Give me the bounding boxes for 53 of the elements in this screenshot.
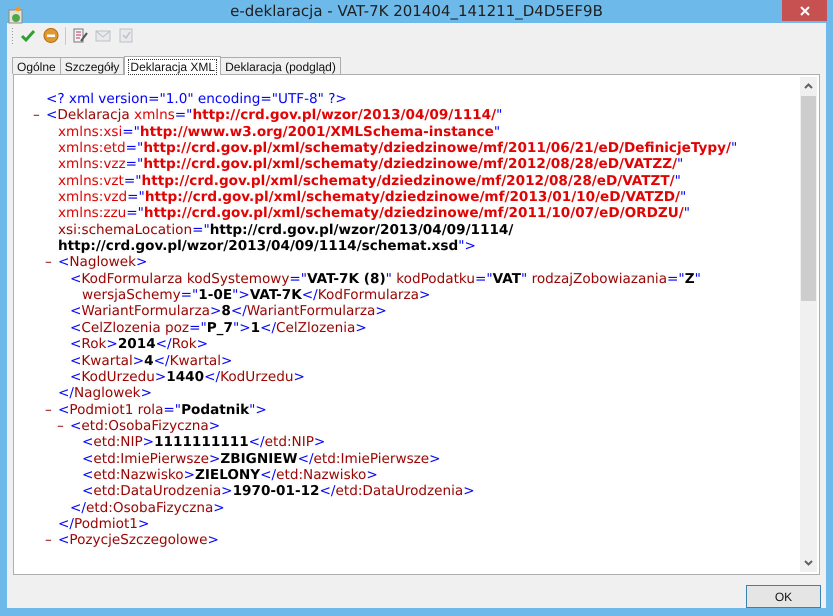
scroll-up-icon	[804, 83, 813, 89]
close-icon	[800, 6, 810, 16]
tab[interactable]: Deklaracja (podgląd)	[220, 57, 341, 74]
xml-line: <Deklaracja xmlns="http://crd.gov.pl/wzor/2013/04/09/1114/"	[46, 107, 502, 124]
scrollbar-thumb[interactable]	[801, 96, 816, 301]
tab[interactable]: Szczegóły	[60, 57, 124, 74]
xml-line: xsi:schemaLocation="http://crd.gov.pl/wzor/2013/04/09/1114/	[58, 222, 514, 238]
document-pen-icon	[72, 27, 88, 44]
toolbar-button[interactable]	[71, 26, 89, 44]
collapse-toggle[interactable]: –	[45, 402, 57, 418]
xml-line: <KodFormularza kodSystemowy="VAT-7K (8)" kodPodatku="VAT" rodzajZobowiazania="Z"	[70, 270, 701, 288]
xml-line: <etd:NIP>1111111111</etd:NIP>	[82, 434, 326, 451]
xml-line: http://crd.gov.pl/wzor/2013/04/09/1114/schemat.xsd">	[58, 238, 476, 254]
check-icon	[20, 27, 36, 44]
xml-line: xmlns:xsi="http://www.w3.org/2001/XMLSchema-instance"	[58, 124, 500, 140]
tab[interactable]: Ogólne	[12, 57, 61, 74]
collapse-toggle[interactable]: –	[45, 254, 57, 271]
close-button[interactable]	[782, 0, 827, 21]
scroll-down-icon	[804, 560, 813, 566]
app-icon	[8, 6, 24, 24]
collapse-toggle[interactable]: –	[45, 532, 57, 549]
toolbar-button[interactable]	[42, 26, 60, 44]
xml-line: </etd:OsobaFizyczna>	[70, 500, 225, 516]
xml-line: <KodUrzedu>1440</KodUrzedu>	[70, 368, 305, 386]
xml-line: <Naglowek>	[58, 254, 148, 271]
collapse-toggle[interactable]: –	[57, 418, 69, 434]
xml-line: xmlns:vzd="http://crd.gov.pl/xml/schematy/dziedzinowe/mf/2013/01/10/eD/VATZD/"	[58, 189, 686, 206]
ok-button[interactable]: OK	[746, 585, 821, 608]
xml-line: <? xml version="1.0" encoding="UTF-8" ?>	[46, 91, 347, 108]
xml-line: <CelZlozenia poz="P_7">1</CelZlozenia>	[70, 320, 367, 336]
xml-line: xmlns:vzt="http://crd.gov.pl/xml/schematy/dziedzinowe/mf/2012/08/28/eD/VATZT/"	[58, 172, 681, 190]
xml-line: <etd:ImiePierwsze>ZBIGNIEW</etd:ImiePierwsze>	[82, 450, 441, 467]
tab[interactable]: Deklaracja XML	[124, 56, 222, 75]
scrollbar[interactable]	[800, 77, 817, 572]
xml-line: <Kwartal>4</Kwartal>	[70, 352, 232, 369]
xml-line: </Podmiot1>	[58, 516, 150, 532]
xml-line: xmlns:vzz="http://crd.gov.pl/xml/schematy/dziedzinowe/mf/2012/08/28/eD/VATZZ/"	[58, 156, 684, 173]
document-check-icon	[118, 27, 134, 44]
xml-line: wersjaSchemy="1-0E">VAT-7K</KodFormularza>	[82, 287, 430, 304]
xml-line: xmlns:etd="http://crd.gov.pl/xml/schematy/dziedzinowe/mf/2011/06/21/eD/DefinicjeTypy/"	[58, 140, 738, 156]
xml-line: <etd:DataUrodzenia>1970-01-12</etd:DataUrodzenia>	[82, 483, 475, 500]
xml-line: </Naglowek>	[58, 385, 152, 402]
window-title: e-deklaracja - VAT-7K 201404_141211_D4D5EF9B	[229, 1, 604, 22]
minus-circle-icon	[43, 27, 59, 44]
xml-line: <WariantFormularza>8</WariantFormularza>	[70, 303, 387, 320]
collapse-toggle[interactable]: –	[33, 107, 45, 124]
xml-line: <Podmiot1 rola="Podatnik">	[58, 402, 267, 418]
toolbar-grip-icon	[11, 26, 14, 44]
xml-line: <Rok>2014</Rok>	[70, 336, 208, 352]
xml-line: <etd:OsobaFizyczna>	[70, 418, 220, 434]
xml-line: <etd:Nazwisko>ZIELONY</etd:Nazwisko>	[82, 466, 378, 484]
xml-line: <PozycjeSzczegolowe>	[58, 532, 219, 549]
xml-line: xmlns:zzu="http://crd.gov.pl/xml/schematy/dziedzinowe/mf/2011/10/07/eD/ORDZU/"	[58, 205, 690, 222]
